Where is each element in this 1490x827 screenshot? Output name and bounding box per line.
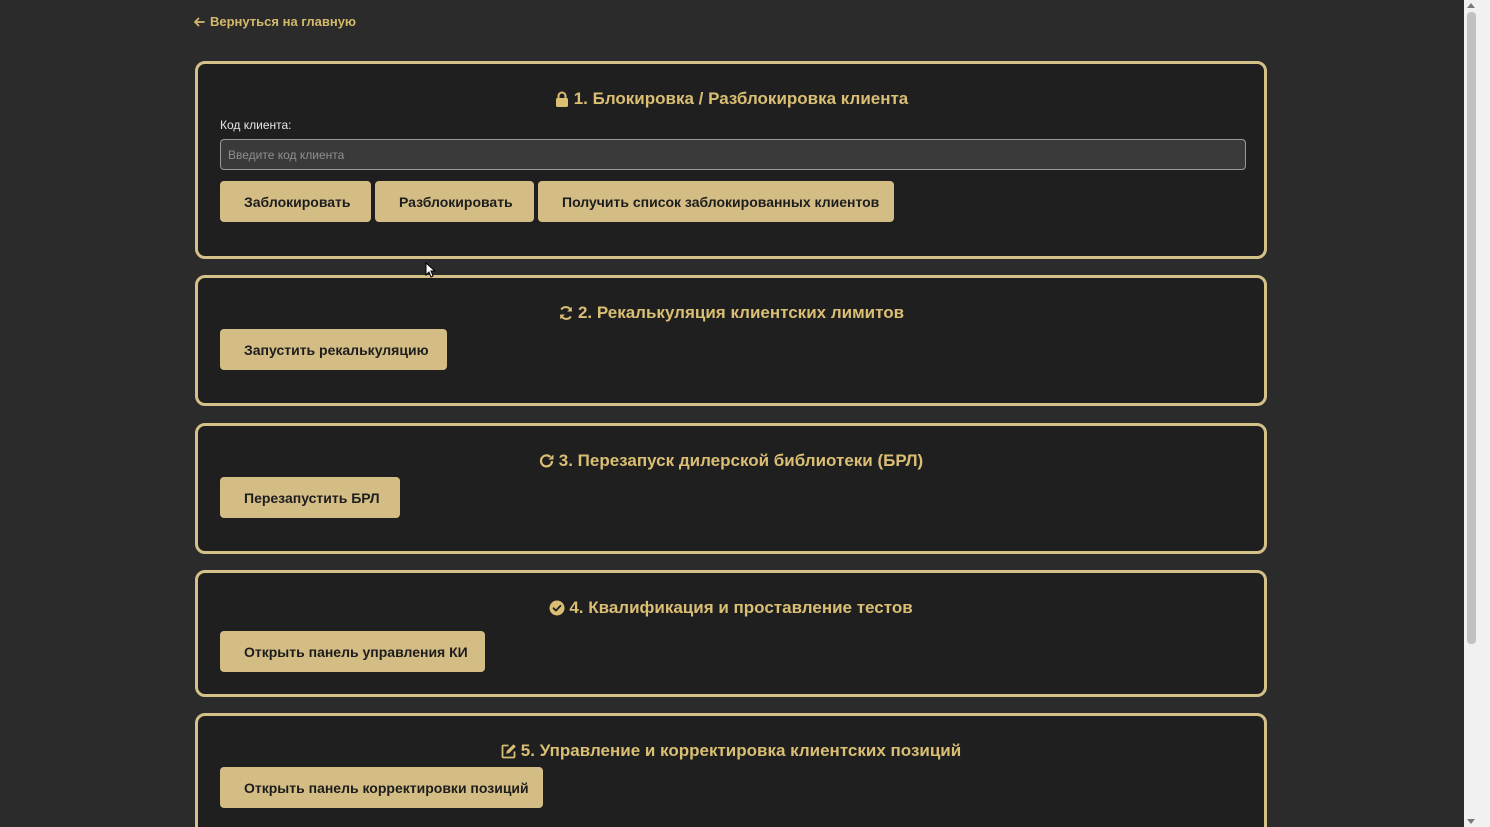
restart-card: 3. Перезапуск дилерской библиотеки (БРЛ)… — [195, 423, 1267, 554]
recalc-card: 2. Рекалькуляция клиентских лимитов Запу… — [195, 275, 1267, 406]
open-positions-panel-button[interactable]: Открыть панель корректировки позиций — [220, 767, 543, 808]
restart-brl-button[interactable]: Перезапустить БРЛ — [220, 477, 400, 518]
block-client-title: 1. Блокировка / Разблокировка клиента — [198, 89, 1264, 109]
restart-title-text: 3. Перезапуск дилерской библиотеки (БРЛ) — [558, 451, 924, 470]
recalc-title: 2. Рекалькуляция клиентских лимитов — [198, 303, 1264, 323]
client-code-input[interactable] — [220, 139, 1246, 170]
recalc-button[interactable]: Запустить рекалькуляцию — [220, 329, 447, 370]
block-client-card: 1. Блокировка / Разблокировка клиента Ко… — [195, 61, 1267, 259]
restart-title: 3. Перезапуск дилерской библиотеки (БРЛ) — [198, 451, 1264, 471]
mouse-cursor-icon — [425, 262, 436, 278]
page: Вернуться на главную 1. Блокировка / Раз… — [0, 0, 1464, 827]
client-code-label: Код клиента: — [220, 118, 292, 132]
qualify-title: 4. Квалификация и проставление тестов — [198, 598, 1264, 618]
positions-title: 5. Управление и корректировка клиентских… — [198, 741, 1264, 761]
block-button[interactable]: Заблокировать — [220, 181, 371, 222]
arrow-left-icon — [194, 17, 205, 26]
qualify-title-text: 4. Квалификация и проставление тестов — [569, 598, 913, 617]
lock-icon — [555, 91, 568, 107]
open-qualify-panel-button[interactable]: Открыть панель управления КИ — [220, 631, 485, 672]
scroll-up-icon[interactable] — [1467, 3, 1475, 8]
block-client-title-text: 1. Блокировка / Разблокировка клиента — [573, 89, 909, 108]
scrollbar[interactable] — [1464, 0, 1490, 827]
sync-icon — [559, 306, 572, 320]
recalc-title-text: 2. Рекалькуляция клиентских лимитов — [577, 303, 905, 322]
redo-icon — [539, 454, 554, 468]
unblock-button[interactable]: Разблокировать — [375, 181, 534, 222]
back-link-label: Вернуться на главную — [210, 14, 357, 29]
scrollbar-thumb[interactable] — [1467, 12, 1476, 644]
check-circle-icon — [549, 600, 565, 616]
positions-card: 5. Управление и корректировка клиентских… — [195, 713, 1267, 827]
positions-title-text: 5. Управление и корректировка клиентских… — [520, 741, 962, 760]
blocked-list-button[interactable]: Получить список заблокированных клиентов — [538, 181, 894, 222]
edit-icon — [501, 744, 516, 759]
qualify-card: 4. Квалификация и проставление тестов От… — [195, 570, 1267, 697]
back-link[interactable]: Вернуться на главную — [193, 14, 356, 29]
scroll-down-icon[interactable] — [1467, 819, 1475, 824]
